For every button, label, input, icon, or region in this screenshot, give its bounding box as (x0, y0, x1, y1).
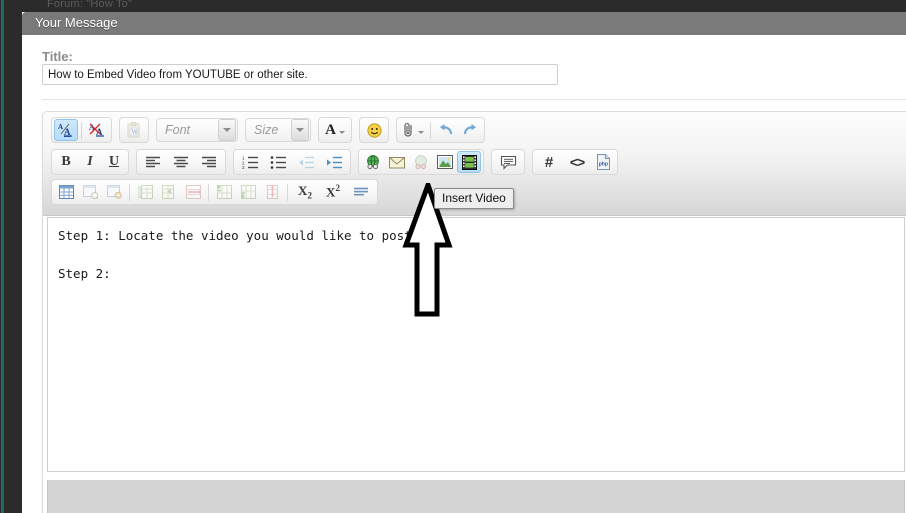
align-center-icon[interactable] (167, 151, 195, 173)
text-style-group: B I U (51, 149, 129, 175)
toolbar-separator (129, 183, 130, 201)
title-label: Title: (42, 49, 73, 64)
insert-image-icon[interactable] (433, 151, 457, 173)
spell-check-off-icon[interactable]: A A (85, 119, 109, 141)
tooltip: Insert Video (434, 188, 514, 209)
subscript-index: 2 (307, 190, 312, 201)
table-group: X2 X2 (51, 179, 378, 205)
insert-code-icon[interactable]: <> (563, 151, 591, 173)
italic-glyph: I (87, 154, 93, 169)
table-properties-icon[interactable] (78, 181, 102, 203)
toolbar-row-2: B I U 1 2 3 # <> php (51, 147, 906, 177)
insert-hash-icon[interactable]: # (535, 151, 563, 173)
rich-text-editor: A A A A W Font Size A B I U 1 2 3 # <> p… (42, 111, 906, 513)
align-right-icon[interactable] (195, 151, 223, 173)
top-strip: Forum: "How To" (22, 0, 906, 12)
breadcrumb[interactable]: Forum: "How To" (47, 0, 132, 10)
insert-table-icon[interactable] (54, 181, 78, 203)
left-rail-accent-stripe (1, 0, 4, 513)
spelling-group: A A A A (51, 117, 112, 143)
insert-php-icon[interactable]: php (591, 151, 615, 173)
insert-email-icon[interactable] (385, 151, 409, 173)
toolbar-separator (287, 183, 288, 201)
underline-icon[interactable]: U (102, 151, 126, 173)
outdent-icon[interactable] (292, 151, 320, 173)
text-color-icon[interactable]: A (321, 119, 349, 141)
spell-check-icon[interactable]: A A (54, 119, 78, 141)
smiley-icon[interactable] (362, 119, 386, 141)
ordered-list-icon[interactable]: 1 2 3 (236, 151, 264, 173)
insert-column-left-icon[interactable] (133, 181, 157, 203)
attach-undo-group (396, 117, 485, 143)
page-title: Your Message (35, 15, 118, 30)
main-content: Title: A A (22, 35, 906, 513)
code-group: # <> php (532, 149, 618, 175)
section-divider (42, 99, 906, 100)
toolbar-separator (81, 121, 82, 139)
indent-icon[interactable] (320, 151, 348, 173)
toolbar-row-1: A A A A W Font Size A (51, 115, 906, 145)
document-line: Step 2: (58, 266, 111, 281)
subscript-icon[interactable]: X2 (291, 181, 319, 203)
toolbar-separator (208, 183, 209, 201)
chevron-down-icon[interactable] (218, 119, 236, 141)
svg-text:php: php (598, 162, 608, 168)
bold-icon[interactable]: B (54, 151, 78, 173)
list-indent-group: 1 2 3 (233, 149, 351, 175)
message-panel-header: Your Message (22, 12, 906, 35)
emoticon-group (359, 117, 389, 143)
document-line: Step 1: Locate the video you would like … (58, 228, 420, 243)
paste-from-word-icon[interactable]: W (122, 119, 146, 141)
editor-content-area[interactable]: Step 1: Locate the video you would like … (47, 217, 905, 472)
editor-status-bar (47, 480, 905, 513)
left-rail (0, 0, 22, 513)
delete-row-icon[interactable] (260, 181, 284, 203)
delete-table-icon[interactable] (102, 181, 126, 203)
unordered-list-icon[interactable] (264, 151, 292, 173)
insert-quote-icon[interactable] (494, 151, 522, 173)
insert-link-icon[interactable] (361, 151, 385, 173)
font-family-select[interactable]: Font (156, 118, 238, 142)
insert-column-right-icon[interactable] (157, 181, 181, 203)
svg-text:W: W (131, 128, 138, 136)
chevron-down-icon[interactable] (291, 119, 309, 141)
align-left-icon[interactable] (139, 151, 167, 173)
insert-row-above-icon[interactable] (212, 181, 236, 203)
superscript-icon[interactable]: X2 (319, 181, 347, 203)
redo-icon[interactable] (458, 119, 482, 141)
justify-icon[interactable] (347, 181, 375, 203)
font-family-value: Font (165, 123, 191, 137)
forum-post-editor-page: Forum: "How To" Your Message Title: A (0, 0, 906, 513)
insert-video-icon[interactable] (457, 151, 481, 173)
font-size-select[interactable]: Size (245, 118, 311, 142)
toolbar-separator (430, 121, 431, 139)
superscript-index: 2 (335, 183, 340, 194)
code-glyph: <> (569, 154, 585, 170)
italic-icon[interactable]: I (78, 151, 102, 173)
alignment-group (136, 149, 226, 175)
attachment-icon[interactable] (399, 119, 427, 141)
svg-text:A: A (58, 123, 63, 131)
document-blank-line (58, 245, 894, 264)
insert-media-group (358, 149, 484, 175)
hash-glyph: # (544, 153, 554, 171)
font-size-value: Size (254, 123, 279, 137)
insert-row-below-icon[interactable] (236, 181, 260, 203)
title-input[interactable] (42, 64, 558, 85)
bold-glyph: B (61, 154, 71, 169)
remove-link-icon[interactable] (409, 151, 433, 173)
text-color-group: A (318, 117, 352, 143)
delete-column-icon[interactable] (181, 181, 205, 203)
undo-icon[interactable] (434, 119, 458, 141)
paste-group: W (119, 117, 149, 143)
svg-text:3: 3 (242, 165, 245, 169)
underline-glyph: U (108, 154, 120, 169)
quote-group (491, 149, 525, 175)
